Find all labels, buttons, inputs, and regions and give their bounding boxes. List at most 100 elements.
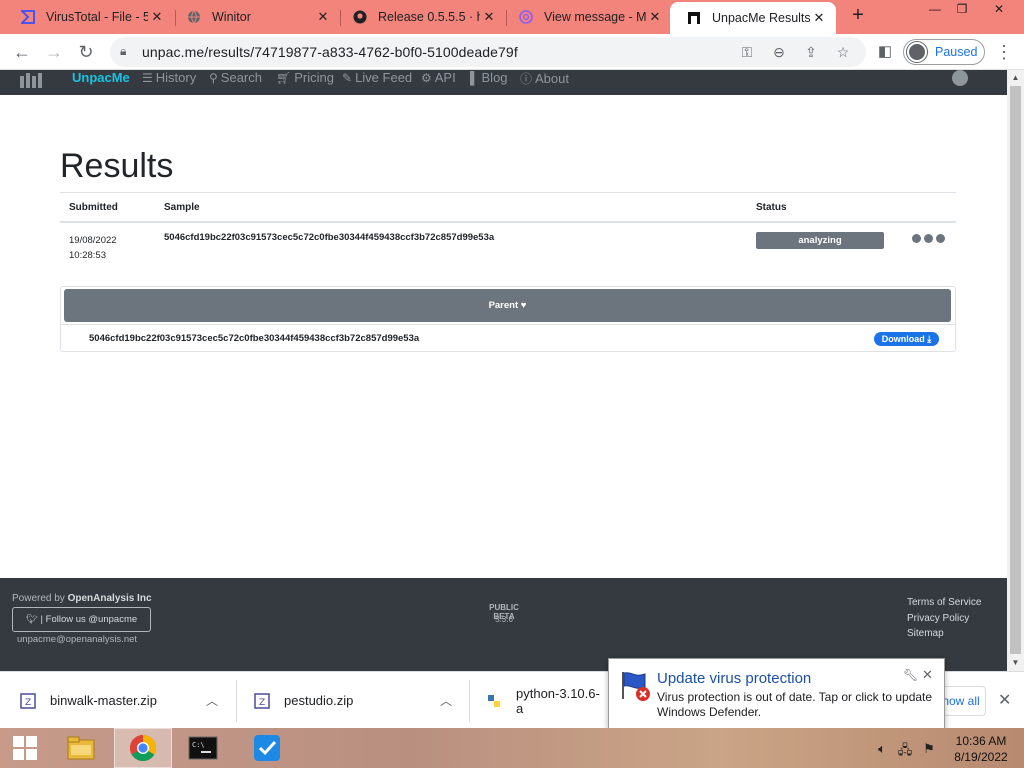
user-account-icon[interactable]: [952, 70, 968, 86]
nav-search[interactable]: ⚲ Search: [209, 70, 262, 85]
tab-title: View message - M: [544, 10, 646, 24]
nav-api[interactable]: ⚙ API: [421, 70, 456, 85]
forward-icon[interactable]: →: [42, 40, 66, 64]
folder-icon: [67, 736, 95, 760]
page-scrollbar[interactable]: ▲ ▼: [1007, 70, 1024, 671]
svg-text:Z: Z: [25, 698, 31, 708]
python-installer-icon: [486, 693, 502, 709]
zoom-icon[interactable]: ⊖: [770, 43, 788, 61]
notification-title: Update virus protection: [657, 670, 812, 687]
submitted-time: 10:28:53: [69, 250, 106, 261]
restore-icon[interactable]: ❐: [945, 0, 979, 22]
page-title: Results: [60, 147, 174, 185]
defender-notification[interactable]: Update virus protection Virus protection…: [608, 658, 945, 730]
terms-link[interactable]: Terms of Service: [907, 597, 981, 608]
tab-winitor[interactable]: Winitor ✕: [170, 0, 340, 34]
start-button[interactable]: [0, 728, 50, 768]
side-panel-icon[interactable]: ◧: [873, 40, 897, 64]
follow-twitter-button[interactable]: 🐦︎ | Follow us @unpacme: [12, 607, 151, 632]
url-text[interactable]: unpac.me/results/74719877-a833-4762-b0f0…: [142, 44, 518, 60]
contact-email-link[interactable]: unpacme@openanalysis.net: [17, 634, 137, 645]
table-top-rule: [60, 192, 956, 193]
download-filename: pestudio.zip: [284, 693, 354, 708]
heart-icon: ♥: [520, 300, 527, 311]
address-bar[interactable]: 🔒︎ unpac.me/results/74719877-a833-4762-b…: [110, 37, 866, 67]
close-tab-icon[interactable]: ✕: [480, 9, 498, 25]
search-icon: ⚲: [209, 70, 218, 85]
taskbar-clock[interactable]: 10:36 AM 8/19/2022: [952, 733, 1010, 765]
tab-virustotal[interactable]: VirusTotal - File - 5 ✕: [4, 0, 174, 34]
close-tab-icon[interactable]: ✕: [314, 9, 332, 25]
browser-toolbar: ← → ↻ 🔒︎ unpac.me/results/74719877-a833-…: [0, 34, 1024, 70]
unpacme-logo[interactable]: [18, 72, 48, 90]
todo-taskbar-button[interactable]: [238, 728, 296, 768]
powered-by: Powered by OpenAnalysis Inc: [12, 593, 152, 604]
parent-toggle-button[interactable]: Parent ♥: [64, 289, 951, 322]
nav-about[interactable]: ⓘ About: [520, 70, 569, 87]
download-item[interactable]: Z pestudio.zip ︿: [254, 672, 464, 729]
sitemap-link[interactable]: Sitemap: [907, 628, 944, 639]
close-tab-icon[interactable]: ✕: [148, 9, 166, 25]
unpacme-icon: [686, 10, 702, 26]
share-icon[interactable]: ⇪: [802, 43, 820, 61]
version-label: 5.3.6: [495, 615, 513, 624]
twitter-icon: 🐦︎: [25, 614, 38, 625]
scroll-down-icon[interactable]: ▼: [1007, 658, 1024, 667]
network-icon[interactable]: 🖧︎: [897, 741, 913, 757]
chrome-taskbar-button[interactable]: [114, 728, 172, 768]
more-options-icon[interactable]: [912, 234, 945, 243]
new-tab-button[interactable]: +: [846, 4, 870, 27]
volume-muted-icon[interactable]: 🔈︎: [874, 741, 890, 757]
child-sample-hash-link[interactable]: 5046cfd19bc22f03c91573cec5c72c0fbe30344f…: [89, 333, 419, 344]
close-window-icon[interactable]: ✕: [982, 0, 1016, 22]
file-explorer-button[interactable]: [52, 728, 110, 768]
zip-file-icon: Z: [254, 692, 270, 709]
company-link[interactable]: OpenAnalysis Inc: [68, 593, 152, 604]
profile-button[interactable]: Paused: [903, 39, 985, 65]
download-item[interactable]: Z binwalk-master.zip ︿: [20, 672, 230, 729]
chevron-up-icon[interactable]: ︿: [440, 692, 452, 709]
card-divider: [61, 324, 955, 325]
column-header-sample: Sample: [164, 202, 200, 213]
windows-taskbar: C:\ 🔈︎ 🖧︎ ⚑ 10:36 AM 8/19/2022: [0, 728, 1024, 768]
menu-dots-icon[interactable]: ⋮: [992, 40, 1016, 64]
close-tab-icon[interactable]: ✕: [646, 9, 664, 25]
tab-unpacme-results[interactable]: UnpacMe Results ✕: [670, 2, 836, 34]
column-header-status: Status: [756, 202, 787, 213]
download-item[interactable]: python-3.10.6-a: [486, 672, 606, 729]
settings-wrench-icon[interactable]: 🔧︎: [903, 668, 918, 682]
defender-flag-icon: [622, 672, 650, 701]
terminal-icon: C:\: [188, 736, 218, 760]
cogs-icon: ⚙: [421, 70, 432, 85]
chevron-up-icon[interactable]: ︿: [206, 692, 218, 709]
nav-live-feed[interactable]: ✎ Live Feed: [342, 70, 412, 85]
mail-icon: [518, 9, 534, 25]
tab-github-release[interactable]: Release 0.5.5.5 · ha ✕: [336, 0, 506, 34]
close-tab-icon[interactable]: ✕: [810, 10, 828, 26]
nav-history[interactable]: ☰ History: [142, 70, 196, 85]
column-header-submitted: Submitted: [69, 202, 118, 213]
bookmark-star-icon[interactable]: ☆: [834, 43, 852, 61]
close-shelf-icon[interactable]: ✕: [998, 690, 1011, 710]
tab-strip: VirusTotal - File - 5 ✕ Winitor ✕ Releas…: [0, 0, 1024, 34]
cart-icon: 🛒︎: [276, 70, 292, 85]
info-icon: ⓘ: [520, 72, 533, 86]
brand-link[interactable]: UnpacMe: [72, 70, 130, 85]
scrollbar-thumb[interactable]: [1010, 86, 1021, 654]
reload-icon[interactable]: ↻: [74, 40, 98, 64]
sample-hash-link[interactable]: 5046cfd19bc22f03c91573cec5c72c0fbe30344f…: [164, 232, 494, 243]
privacy-link[interactable]: Privacy Policy: [907, 613, 969, 624]
close-notification-icon[interactable]: ✕: [922, 667, 933, 683]
scroll-up-icon[interactable]: ▲: [1007, 73, 1024, 82]
nav-pricing[interactable]: 🛒︎ Pricing: [276, 70, 334, 85]
back-icon[interactable]: ←: [10, 40, 34, 64]
tab-view-message[interactable]: View message - M ✕: [502, 0, 672, 34]
tab-title: UnpacMe Results: [712, 11, 810, 25]
lock-icon[interactable]: 🔒︎: [120, 44, 126, 59]
key-icon[interactable]: ⚿: [738, 43, 756, 61]
nav-blog[interactable]: ▌ Blog: [470, 70, 508, 85]
table-header-rule: [60, 221, 956, 223]
download-button[interactable]: Download ⤓: [874, 332, 939, 346]
defender-alert-icon[interactable]: ⚑: [921, 741, 937, 757]
cmd-taskbar-button[interactable]: C:\: [174, 728, 232, 768]
